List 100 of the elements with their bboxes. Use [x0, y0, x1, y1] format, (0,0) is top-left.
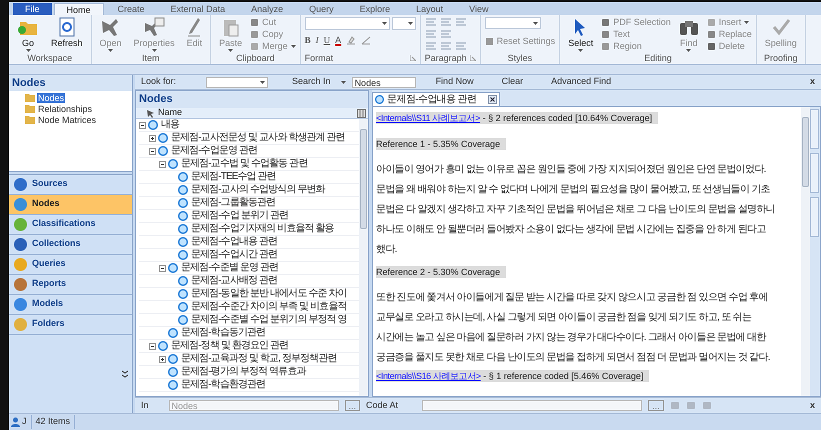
search-field[interactable] — [206, 76, 268, 88]
node-name[interactable]: 문제점-평가의 부정적 역류효과 — [181, 366, 306, 378]
node-name[interactable]: 문제점-수업시간 관련 — [191, 249, 278, 261]
find-bar-button[interactable]: Find Now — [436, 75, 474, 89]
align-center-icon[interactable] — [440, 42, 452, 51]
browse-button[interactable]: ... — [344, 400, 360, 411]
node-name[interactable]: 문제점-수준별 운영 관련 — [181, 262, 278, 274]
dialog-launcher-icon[interactable] — [470, 55, 476, 61]
scrollbar[interactable] — [801, 107, 810, 396]
format-button[interactable]: U — [324, 34, 330, 48]
group-label: Clipboard — [236, 53, 275, 63]
chevron-icon[interactable] — [122, 370, 128, 378]
ribbon-tab[interactable]: Analyze — [239, 3, 296, 15]
size-field[interactable] — [392, 17, 416, 30]
tree-item[interactable]: Node Matrices — [37, 114, 98, 124]
close-icon[interactable] — [488, 95, 497, 104]
node-name[interactable]: 내용 — [161, 119, 180, 131]
ribbon-tab[interactable]: External Data — [158, 3, 238, 15]
format-button[interactable]: A — [335, 34, 342, 48]
node-name[interactable]: 문제점-수업내용 관련 — [191, 236, 278, 248]
document-tab[interactable]: 문제점-수업내용 관련 — [372, 92, 500, 106]
ribbon-tab[interactable]: Create — [106, 3, 157, 15]
text-line: 궁금증을 풀지도 못한 채로 다음 난이도의 문법을 접하게 되면서 점점 더 문법과 멀어지는 것 같다. — [376, 351, 771, 365]
side-tab[interactable] — [810, 109, 819, 149]
align-right-icon[interactable] — [454, 42, 467, 51]
nav-button[interactable]: Classifications — [9, 214, 132, 234]
scrollbar[interactable] — [359, 119, 368, 396]
browse-button[interactable]: ... — [648, 400, 664, 411]
node-name[interactable]: 문제점-수준간 차이의 부족 및 비효율적 — [191, 301, 347, 313]
collapse-icon[interactable] — [159, 264, 166, 272]
code-at-field[interactable] — [422, 400, 642, 411]
node-icon — [178, 289, 188, 299]
section-icon — [13, 176, 28, 192]
nav-button[interactable]: Models — [9, 294, 132, 314]
node-name[interactable]: 문제점-수업기자재의 비효율적 활용 — [191, 223, 334, 235]
ribbon-tab[interactable]: View — [457, 3, 501, 15]
search-in-field[interactable]: Nodes — [352, 76, 416, 88]
side-tab[interactable] — [810, 153, 819, 193]
node-name[interactable]: 문제점-학습동기관련 — [181, 327, 266, 339]
font-field[interactable] — [304, 17, 390, 30]
nav-button[interactable]: Queries — [9, 254, 132, 274]
node-name[interactable]: 문제점-교사배정 관련 — [191, 275, 278, 287]
pane-title: Nodes — [9, 75, 132, 91]
ribbon-button[interactable]: Go — [13, 17, 43, 52]
format-button[interactable]: I — [316, 34, 319, 48]
nav-button[interactable]: Nodes — [9, 194, 132, 214]
collapse-icon[interactable] — [139, 122, 146, 128]
column-chooser-icon[interactable] — [357, 108, 366, 118]
node-name[interactable]: 문제점-동일한 분반 내에서도 수준 차이 — [191, 288, 347, 300]
nav-button[interactable]: Sources — [9, 174, 132, 194]
close-button[interactable]: x — [810, 398, 815, 412]
field-label: Look for: — [141, 75, 176, 88]
node-name[interactable]: 문제점-수업운영 관련 — [171, 145, 258, 157]
node-name[interactable]: 문제점-교수법 및 수업활동 관련 — [181, 158, 308, 170]
group-label: Styles — [508, 53, 532, 63]
find-bar-button[interactable]: Clear — [502, 75, 524, 89]
node-name[interactable]: 문제점-교사전문성 및 교사와 학생관계 관련 — [171, 132, 345, 144]
node-name[interactable]: 문제점-정책 및 환경요인 관련 — [171, 340, 288, 352]
node-name[interactable]: 문제점-수준별 수업 분위기의 부정적 영 — [191, 314, 347, 326]
collapse-icon[interactable] — [149, 342, 156, 350]
caret-icon[interactable] — [340, 80, 346, 84]
text-line: 문법은 다 알겠지 생각하고 자꾸 기초적인 문법을 뛰어넘은 채로 그 다음 난이도의 문법을 설명하니 — [376, 203, 776, 217]
user-icon — [11, 417, 20, 427]
ribbon-tab[interactable]: Home — [54, 3, 104, 15]
source-link[interactable]: <Internals\\S16 사례보고서> — [376, 371, 481, 381]
format-button[interactable]: B — [304, 34, 311, 48]
nav-button[interactable]: Folders — [9, 314, 132, 334]
collapse-icon[interactable] — [159, 160, 166, 168]
tree-item[interactable]: Nodes — [37, 92, 66, 102]
ribbon-tab[interactable]: Explore — [348, 3, 402, 15]
source-link[interactable]: <Internals\\S11 사례보고서> — [376, 113, 480, 123]
ribbon-tab[interactable]: Layout — [404, 3, 456, 15]
node-name[interactable]: 문제점-그룹활동관련 — [191, 197, 276, 209]
section-icon — [13, 216, 28, 232]
highlighter-icon[interactable] — [346, 36, 356, 46]
node-name[interactable]: 문제점-교육과정 및 학교, 정부정책관련 — [181, 353, 337, 365]
node-name[interactable]: 문제점-학습환경관련 — [181, 379, 266, 391]
pen-icon[interactable] — [361, 36, 372, 46]
tree-item[interactable]: Relationships — [37, 104, 94, 114]
section-icon — [13, 296, 28, 312]
close-button[interactable]: x — [810, 75, 815, 89]
caret-icon — [532, 22, 538, 24]
nav-button[interactable]: Reports — [9, 274, 132, 294]
node-name[interactable]: 문제점-수업 분위기 관련 — [191, 210, 288, 222]
caret-icon — [260, 80, 266, 84]
node-name[interactable]: 문제점-교사의 수업방식의 무변화 — [191, 184, 325, 196]
ribbon-tab[interactable]: Query — [297, 3, 346, 15]
dialog-launcher-icon[interactable] — [410, 55, 416, 61]
find-bar-button[interactable]: Advanced Find — [551, 75, 612, 89]
style-field[interactable] — [484, 17, 541, 29]
align-left-icon[interactable] — [424, 42, 437, 51]
collapse-icon[interactable] — [149, 148, 156, 154]
nav-button[interactable]: Collections — [9, 234, 132, 254]
node-name[interactable]: 문제점-TEE수업 관련 — [191, 171, 276, 183]
side-tab[interactable] — [810, 197, 819, 237]
expand-icon[interactable] — [159, 356, 166, 362]
ribbon-button[interactable]: Refresh — [47, 17, 87, 48]
ribbon-button[interactable]: Select — [564, 17, 598, 52]
expand-icon[interactable] — [149, 134, 156, 142]
ribbon-tab[interactable]: File — [13, 3, 52, 15]
